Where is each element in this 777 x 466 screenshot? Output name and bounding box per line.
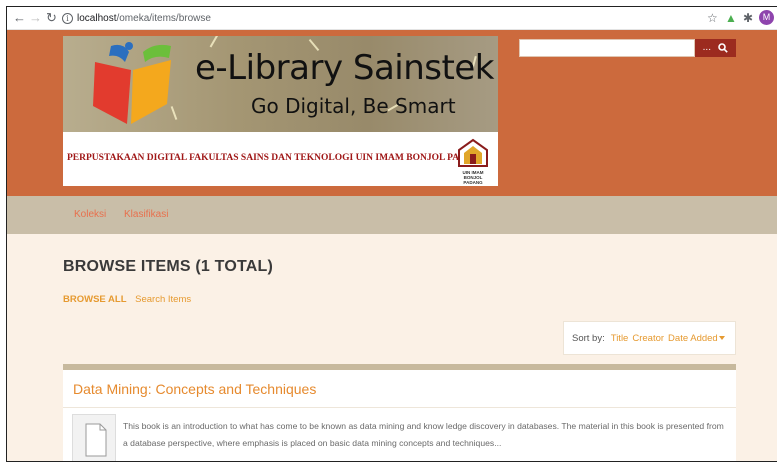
secondary-nav: BROWSE ALL Search Items [63, 294, 191, 305]
url-path: /omeka/items/browse [116, 12, 211, 24]
search-items-link[interactable]: Search Items [135, 294, 191, 305]
browser-toolbar: ← → ↻ i localhost/omeka/items/browse ☆ ▲… [7, 7, 777, 30]
item-card: Data Mining: Concepts and Techniques Thi… [63, 370, 736, 461]
puzzle-icon[interactable]: ✱ [743, 10, 753, 26]
sort-links: Sort by: Title Creator Date Added [563, 321, 736, 355]
nav-item-koleksi[interactable]: Koleksi [74, 209, 106, 220]
reload-icon[interactable]: ↻ [46, 10, 57, 26]
banner-title: e-Library Sainstek [195, 48, 494, 88]
spark-decoration [209, 36, 219, 48]
site-header: e-Library Sainstek Go Digital, Be Smart … [7, 30, 777, 196]
page-title: BROWSE ITEMS (1 TOTAL) [63, 258, 274, 275]
sort-by-date-added[interactable]: Date Added [668, 333, 725, 344]
book-logo-icon [93, 42, 171, 124]
site-info-icon[interactable]: i [62, 12, 73, 24]
nav-item-klasifikasi[interactable]: Klasifikasi [124, 209, 168, 220]
sort-by-title[interactable]: Title [611, 333, 629, 344]
address-bar[interactable]: i localhost/omeka/items/browse [62, 9, 702, 27]
extension-icon[interactable]: ▲ [725, 10, 737, 26]
advanced-search-toggle[interactable]: ... [703, 39, 711, 57]
file-icon [85, 423, 107, 457]
sort-label: Sort by: [572, 332, 605, 344]
banner-background: e-Library Sainstek Go Digital, Be Smart [63, 36, 498, 132]
item-thumbnail[interactable] [72, 414, 116, 461]
banner-subtitle: Go Digital, Be Smart [251, 94, 456, 118]
star-icon[interactable]: ☆ [707, 10, 718, 26]
site-banner[interactable]: e-Library Sainstek Go Digital, Be Smart … [63, 36, 498, 186]
main-content: BROWSE ITEMS (1 TOTAL) BROWSE ALL Search… [7, 234, 777, 461]
sort-by-creator[interactable]: Creator [632, 333, 664, 344]
profile-avatar[interactable]: M [759, 10, 774, 25]
item-title-link[interactable]: Data Mining: Concepts and Techniques [73, 381, 316, 397]
back-icon[interactable]: ← [13, 10, 26, 26]
browse-all-link[interactable]: BROWSE ALL [63, 294, 127, 305]
search-icon[interactable] [718, 43, 729, 53]
sort-desc-icon [718, 335, 725, 340]
university-seal: UIN IMAM BONJOL PADANG [455, 138, 491, 185]
item-description: This book is an introduction to what has… [123, 421, 724, 448]
forward-icon[interactable]: → [29, 10, 42, 26]
item-divider [63, 407, 736, 408]
url-host: localhost [77, 12, 117, 24]
banner-tagline: PERPUSTAKAAN DIGITAL FAKULTAS SAINS DAN … [67, 153, 488, 163]
banner-footer: PERPUSTAKAAN DIGITAL FAKULTAS SAINS DAN … [63, 132, 498, 186]
sort-by-date-added-label: Date Added [668, 332, 718, 344]
seal-icon [458, 138, 488, 167]
seal-caption: UIN IMAM BONJOL PADANG [462, 170, 484, 185]
browser-window: ← → ↻ i localhost/omeka/items/browse ☆ ▲… [6, 6, 777, 462]
search-input[interactable] [519, 39, 695, 57]
primary-nav: Koleksi Klasifikasi [7, 196, 777, 234]
search-button[interactable]: ... [695, 39, 736, 57]
